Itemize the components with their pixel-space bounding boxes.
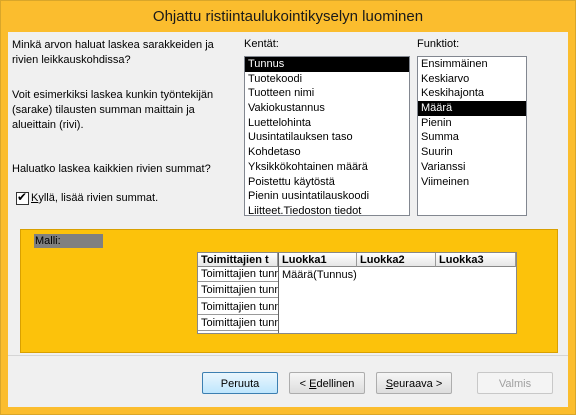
list-item[interactable]: Määrä <box>418 101 526 116</box>
functions-listbox[interactable]: Ensimmäinen Keskiarvo Keskihajonta Määrä Pie… <box>417 56 527 216</box>
checkmark-icon: ✔ <box>17 190 28 204</box>
sample-grid: Toimittajien t Luokka1 Luokka2 Luokka3 T… <box>197 252 517 334</box>
sample-row-header: Toimittajien t <box>198 253 278 267</box>
sample-row-value: Toimittajien tunn <box>198 283 278 298</box>
list-item[interactable]: Luettelohinta <box>245 116 409 131</box>
functions-label: Funktiot: <box>417 38 460 50</box>
cancel-button[interactable]: Peruuta <box>202 372 278 394</box>
sample-row-value: Toimittajien tunn <box>198 267 278 282</box>
list-item[interactable]: Uusintatilauksen taso <box>245 130 409 145</box>
list-item[interactable]: Tunnus <box>245 57 409 72</box>
instruction-example: Voit esimerkiksi laskea kunkin työntekij… <box>12 89 214 131</box>
list-item[interactable]: Ensimmäinen <box>418 57 526 72</box>
row-sums-checkbox-group[interactable]: ✔ Kyllä, lisää rivien summat. <box>16 190 216 206</box>
list-item[interactable]: Tuotekoodi <box>245 72 409 87</box>
sample-divider <box>278 253 279 333</box>
row-sums-checkbox[interactable]: ✔ <box>16 190 29 205</box>
sample-preview-panel: Malli: Toimittajien t Luokka1 Luokka2 Lu… <box>20 229 558 353</box>
list-item[interactable]: Yksikkökohtainen määrä <box>245 160 409 175</box>
list-item[interactable]: Tuotteen nimi <box>245 86 409 101</box>
list-item[interactable]: Pienin uusintatilauskoodi <box>245 189 409 204</box>
fields-listbox[interactable]: Tunnus Tuotekoodi Tuotteen nimi Vakiokustan… <box>244 56 410 216</box>
list-item[interactable]: Keskihajonta <box>418 86 526 101</box>
back-button[interactable]: < Edellinen <box>289 372 365 394</box>
instruction-question: Minkä arvon haluat laskea sarakkeiden ja… <box>12 39 214 66</box>
button-separator <box>8 355 568 356</box>
sample-row-value: Toimittajien tunn <box>198 300 278 315</box>
list-item[interactable]: Vakiokustannus <box>245 101 409 116</box>
list-item[interactable]: Poistettu käytöstä <box>245 175 409 190</box>
list-item[interactable]: Pienin <box>418 116 526 131</box>
window-title: Ohjattu ristiintaulukointikyselyn luomin… <box>152 8 424 25</box>
list-item[interactable]: Viimeinen <box>418 175 526 190</box>
list-item[interactable]: Keskiarvo <box>418 72 526 87</box>
sample-cell-value: Määrä(Tunnus) <box>282 269 357 281</box>
row-sums-checkbox-label[interactable]: Kyllä, lisää rivien summat. <box>31 191 158 206</box>
sample-column-header: Luokka3 <box>436 253 516 267</box>
list-item[interactable]: Kohdetaso <box>245 145 409 160</box>
next-button[interactable]: Seuraava > <box>376 372 452 394</box>
sample-label: Malli: <box>34 234 103 248</box>
list-item[interactable]: Suurin <box>418 145 526 160</box>
finish-button[interactable]: Valmis <box>477 372 553 394</box>
list-item[interactable]: Varianssi <box>418 160 526 175</box>
sample-column-header: Luokka1 <box>278 253 357 267</box>
row-sums-question: Haluatko laskea kaikkien rivien summat? <box>12 163 211 175</box>
fields-label: Kentät: <box>244 38 279 50</box>
list-item[interactable]: Summa <box>418 130 526 145</box>
sample-column-header: Luokka2 <box>357 253 436 267</box>
list-item[interactable]: Liitteet.Tiedoston tiedot <box>245 204 409 215</box>
title-bar: Ohjattu ristiintaulukointikyselyn luomin… <box>1 1 575 32</box>
sample-row-value: Toimittajien tunn <box>198 316 278 331</box>
wizard-window: Ohjattu ristiintaulukointikyselyn luomin… <box>0 0 576 415</box>
wizard-client-area: Minkä arvon haluat laskea sarakkeiden ja… <box>8 32 568 407</box>
